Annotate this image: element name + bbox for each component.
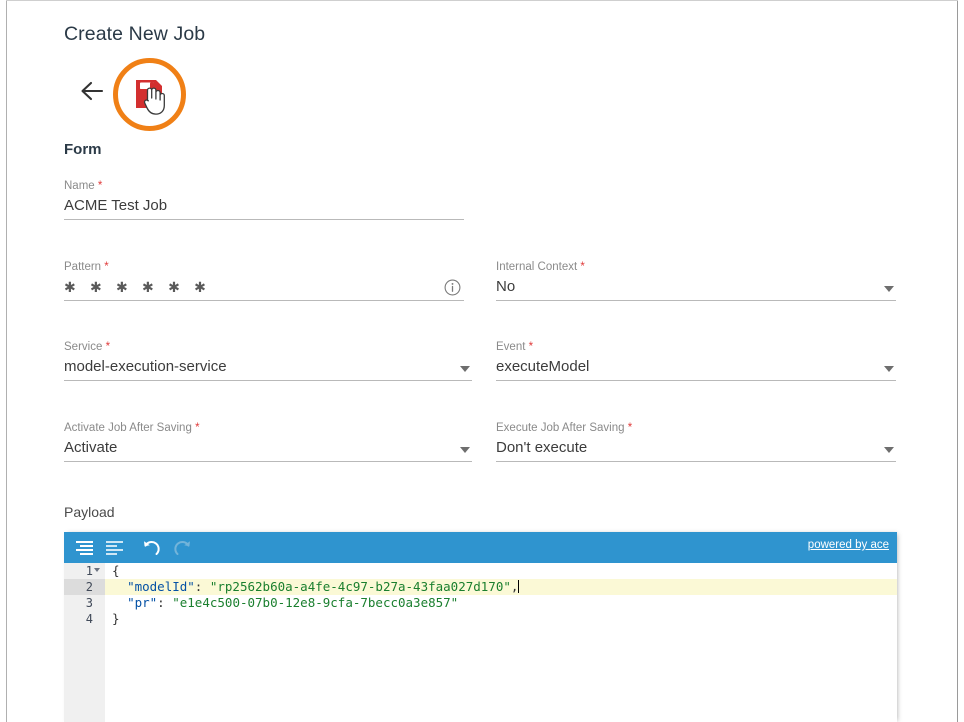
required-marker: *: [628, 422, 632, 434]
editor-toolbar: powered by ace: [64, 532, 897, 563]
field-label: Name *: [64, 179, 464, 193]
code-token-string: "e1e4c500-07b0-12e8-9cfa-7becc0a3e857": [172, 595, 458, 610]
required-marker: *: [104, 261, 108, 273]
code-token-string: "rp2562b60a-a4fe-4c97-b27a-43faa027d170": [210, 579, 511, 594]
payload-code-editor[interactable]: powered by ace 1 { 2 "modelId": "rp2562b…: [64, 532, 897, 722]
align-left-icon[interactable]: [105, 539, 125, 557]
field-execute-job-after-saving[interactable]: Execute Job After Saving * Don't execute: [496, 421, 896, 462]
form-section-title: Form: [64, 141, 102, 158]
field-underline: [496, 380, 896, 381]
code-token-sep: :: [195, 579, 210, 594]
fold-arrow-icon[interactable]: [94, 568, 100, 572]
internal-context-select[interactable]: No: [496, 274, 896, 300]
field-label: Service *: [64, 340, 472, 354]
field-activate-job-after-saving[interactable]: Activate Job After Saving * Activate: [64, 421, 472, 462]
text-cursor: [518, 580, 519, 593]
save-floppy-icon: [134, 78, 164, 110]
code-text[interactable]: "pr": "e1e4c500-07b0-12e8-9cfa-7becc0a3e…: [105, 595, 897, 611]
code-line[interactable]: 2 "modelId": "rp2562b60a-a4fe-4c97-b27a-…: [64, 579, 897, 595]
code-line[interactable]: 3 "pr": "e1e4c500-07b0-12e8-9cfa-7becc0a…: [64, 595, 897, 611]
undo-icon[interactable]: [140, 537, 162, 559]
page-content: Create New Job: [7, 1, 957, 722]
page-title: Create New Job: [64, 23, 205, 46]
required-marker: *: [98, 180, 102, 192]
activate-job-select[interactable]: Activate: [64, 435, 472, 461]
required-marker: *: [106, 341, 110, 353]
save-button[interactable]: [113, 58, 186, 131]
code-text[interactable]: }: [105, 611, 897, 627]
info-circle-icon[interactable]: [444, 279, 461, 296]
window-border-right: [957, 0, 958, 722]
line-number: 3: [64, 595, 105, 611]
pattern-input[interactable]: ✱ ✱ ✱ ✱ ✱ ✱: [64, 274, 464, 300]
field-label: Pattern *: [64, 260, 464, 274]
line-number: 4: [64, 611, 105, 627]
field-label: Event *: [496, 340, 896, 354]
code-token-key: "modelId": [127, 579, 195, 594]
arrow-left-icon: [74, 73, 110, 109]
execute-job-select[interactable]: Don't execute: [496, 435, 896, 461]
code-token-tail: ,: [511, 579, 519, 594]
app-window: Create New Job: [0, 0, 964, 722]
editor-body[interactable]: 1 { 2 "modelId": "rp2562b60a-a4fe-4c97-b…: [64, 563, 897, 722]
code-line[interactable]: 1 {: [64, 563, 897, 579]
chevron-down-icon[interactable]: [460, 447, 470, 453]
name-input[interactable]: ACME Test Job: [64, 193, 464, 219]
code-token: {: [112, 563, 120, 578]
chevron-down-icon[interactable]: [884, 286, 894, 292]
powered-by-ace-link[interactable]: powered by ace: [808, 539, 889, 551]
code-token-key: "pr": [127, 595, 157, 610]
field-label: Activate Job After Saving *: [64, 421, 472, 435]
back-button[interactable]: [74, 73, 110, 109]
code-token-sep: :: [157, 595, 172, 610]
field-underline: [496, 461, 896, 462]
payload-label: Payload: [64, 504, 115, 520]
field-service[interactable]: Service * model-execution-service: [64, 340, 472, 381]
field-internal-context[interactable]: Internal Context * No: [496, 260, 896, 301]
required-marker: *: [580, 261, 584, 273]
chevron-down-icon[interactable]: [460, 366, 470, 372]
required-marker: *: [529, 341, 533, 353]
field-underline: [64, 300, 464, 301]
field-pattern[interactable]: Pattern * ✱ ✱ ✱ ✱ ✱ ✱: [64, 260, 464, 301]
code-text[interactable]: "modelId": "rp2562b60a-a4fe-4c97-b27a-43…: [105, 579, 897, 595]
field-underline: [496, 300, 896, 301]
field-underline: [64, 219, 464, 220]
code-token: }: [112, 611, 120, 626]
line-number: 2: [64, 579, 105, 595]
field-label: Internal Context *: [496, 260, 896, 274]
redo-icon[interactable]: [172, 537, 194, 559]
event-select[interactable]: executeModel: [496, 354, 896, 380]
chevron-down-icon[interactable]: [884, 366, 894, 372]
code-text[interactable]: {: [105, 563, 897, 579]
service-select[interactable]: model-execution-service: [64, 354, 472, 380]
field-underline: [64, 461, 472, 462]
chevron-down-icon[interactable]: [884, 447, 894, 453]
format-indent-icon[interactable]: [75, 539, 95, 557]
field-name[interactable]: Name * ACME Test Job: [64, 179, 464, 220]
field-underline: [64, 380, 472, 381]
required-marker: *: [195, 422, 199, 434]
field-label: Execute Job After Saving *: [496, 421, 896, 435]
field-event[interactable]: Event * executeModel: [496, 340, 896, 381]
code-line[interactable]: 4 }: [64, 611, 897, 627]
